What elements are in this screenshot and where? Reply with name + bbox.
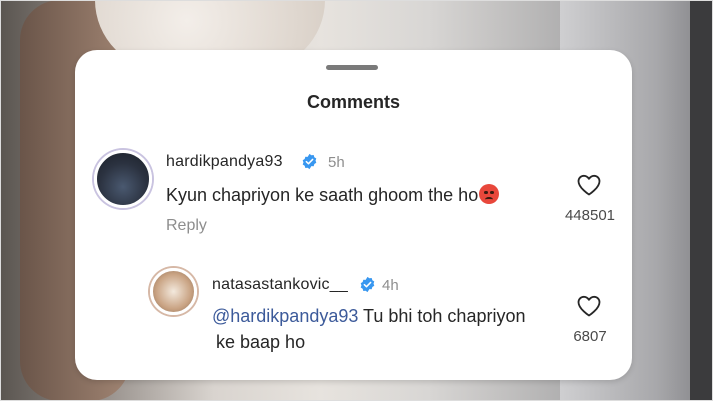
avatar[interactable] [94, 150, 152, 208]
photo-edge [690, 0, 713, 401]
comment-text-line2: ke baap ho [216, 332, 306, 352]
like-count: 6807 [573, 328, 607, 345]
heart-icon[interactable] [576, 294, 602, 318]
like-count: 448501 [564, 207, 616, 224]
comment-username[interactable]: natasastankovic__ [212, 276, 348, 294]
comments-sheet: Comments hardikpandya93 5h Kyun chapriyo… [75, 50, 632, 380]
verified-badge-icon [360, 276, 375, 293]
reply-button[interactable]: Reply [166, 217, 207, 235]
comment-time: 4h [382, 277, 399, 294]
angry-face-emoji [479, 184, 500, 204]
heart-icon[interactable] [576, 173, 602, 197]
comment-username[interactable]: hardikpandya93 [166, 153, 283, 171]
verified-badge-icon [302, 153, 317, 170]
comment-body: Tu bhi toh chapriyon [358, 306, 526, 326]
comment-text: @hardikpandya93 Tu bhi toh chapriyon [212, 303, 525, 329]
comment-text: Kyun chapriyon ke saath ghoom the ho [166, 182, 500, 208]
avatar[interactable] [150, 268, 197, 315]
comment-body: Kyun chapriyon ke saath ghoom the ho [166, 185, 479, 205]
comment-time: 5h [328, 154, 345, 171]
sheet-title: Comments [306, 92, 400, 112]
drag-handle[interactable] [326, 65, 378, 70]
mention-link[interactable]: @hardikpandya93 [212, 306, 358, 326]
